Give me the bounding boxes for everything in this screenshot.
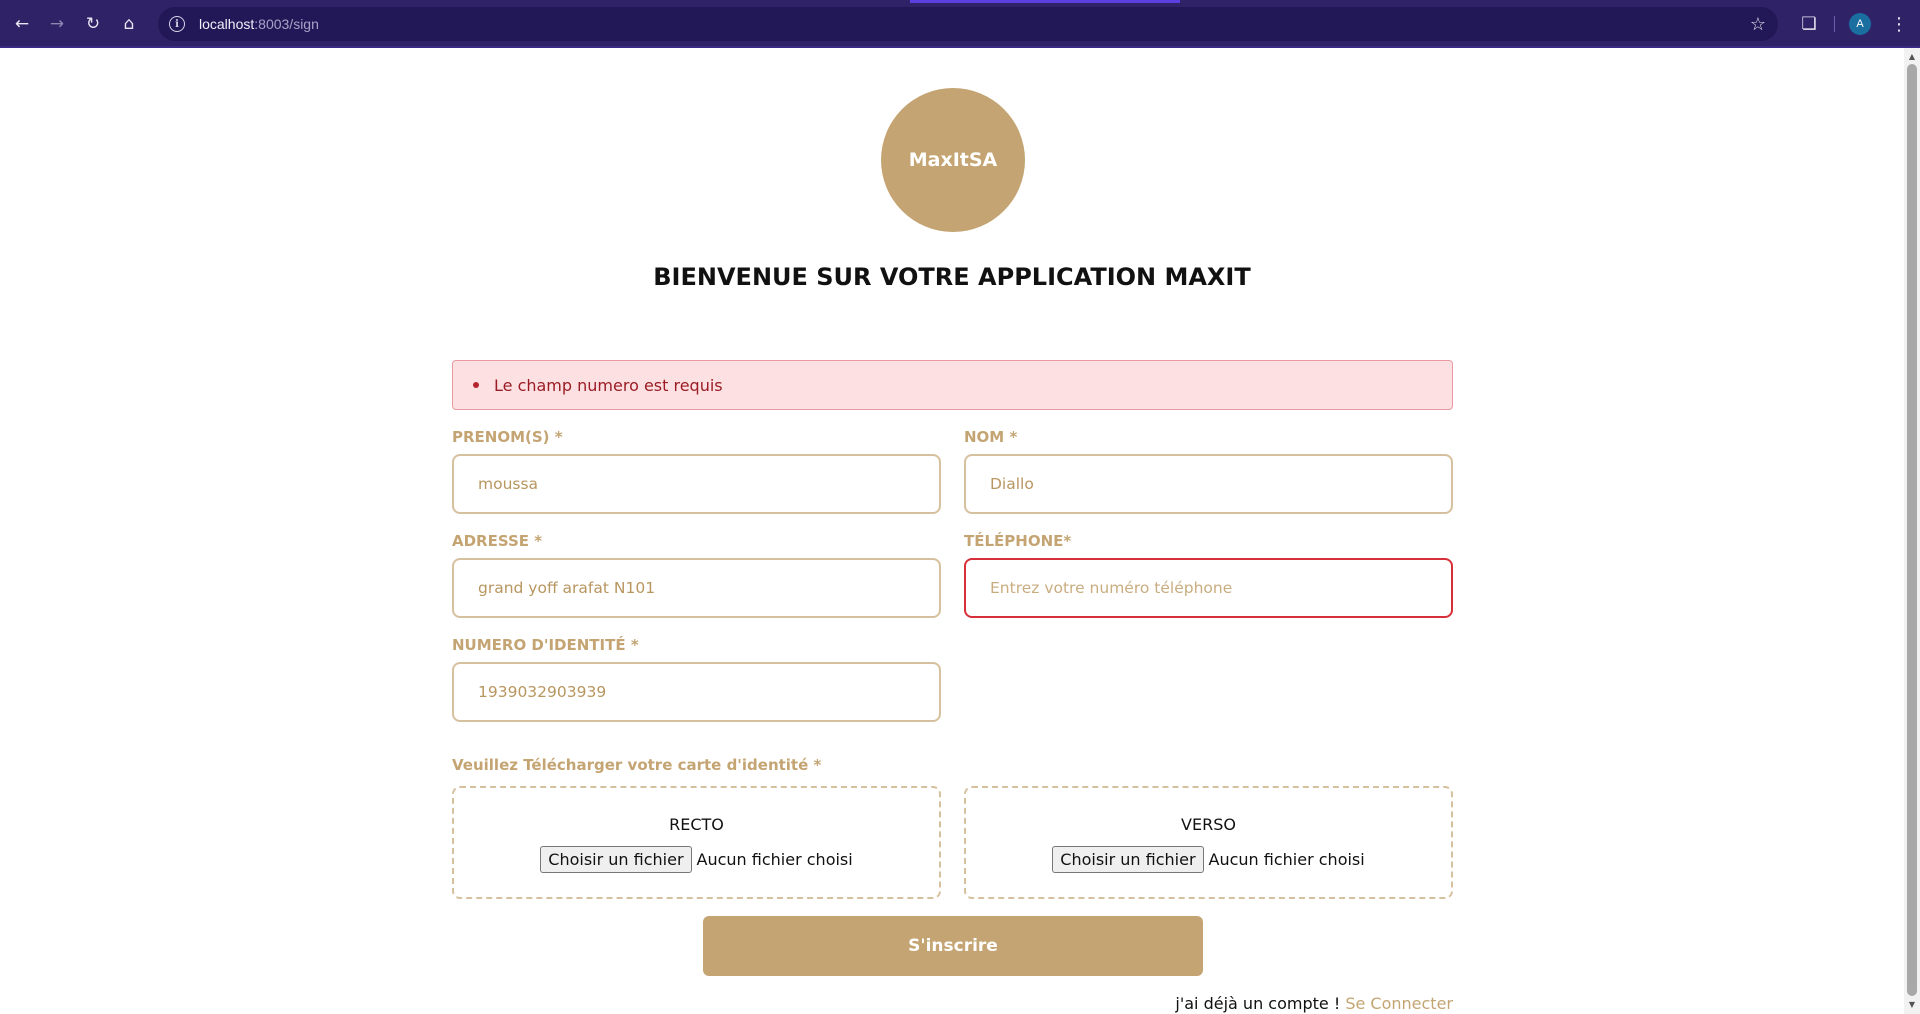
nom-value: Diallo (990, 475, 1034, 493)
recto-file-input: Choisir un fichier Aucun fichier choisi (454, 846, 939, 873)
prenom-value: moussa (478, 475, 539, 493)
page-scrollbar[interactable]: ▲ ▼ (1904, 48, 1920, 1014)
address-bar[interactable]: i localhost:8003/sign ☆ (158, 7, 1778, 41)
login-prompt: j'ai déjà un compte ! Se Connecter (1175, 994, 1453, 1013)
browser-menu-icon[interactable]: ⋮ (1886, 11, 1912, 37)
nom-label: NOM * (964, 428, 1018, 446)
url-path: :8003/sign (254, 16, 319, 32)
reload-icon[interactable]: ↻ (80, 11, 106, 37)
prenom-input[interactable]: moussa (452, 454, 941, 514)
recto-title: RECTO (669, 815, 724, 834)
back-icon[interactable]: ← (9, 11, 35, 37)
alert-bullet-icon (473, 382, 479, 388)
login-link[interactable]: Se Connecter (1345, 994, 1453, 1013)
verso-title: VERSO (1181, 815, 1236, 834)
error-alert: Le champ numero est requis (452, 360, 1453, 410)
active-tab-indicator (910, 0, 1180, 3)
upload-label: Veuillez Télécharger votre carte d'ident… (452, 756, 822, 774)
profile-avatar[interactable]: A (1849, 13, 1871, 35)
app-logo: MaxItSA (881, 88, 1025, 232)
login-prompt-text: j'ai déjà un compte ! (1175, 994, 1346, 1013)
forward-icon[interactable]: → (44, 11, 70, 37)
alert-message: Le champ numero est requis (494, 375, 723, 395)
telephone-input[interactable]: Entrez votre numéro téléphone (964, 558, 1453, 618)
signup-submit-button[interactable]: S'inscrire (703, 916, 1203, 976)
url-text: localhost:8003/sign (199, 16, 319, 32)
recto-upload-box: RECTO Choisir un fichier Aucun fichier c… (452, 786, 941, 899)
bookmark-star-icon[interactable]: ☆ (1750, 14, 1766, 35)
identite-label: NUMERO D'IDENTITÉ * (452, 636, 639, 654)
verso-upload-box: VERSO Choisir un fichier Aucun fichier c… (964, 786, 1453, 899)
recto-file-status: Aucun fichier choisi (696, 850, 853, 869)
page-title: BIENVENUE SUR VOTRE APPLICATION MAXIT (653, 263, 1251, 291)
adresse-label: ADRESSE * (452, 532, 543, 550)
adresse-value: grand yoff arafat N101 (478, 579, 656, 597)
scrollbar-thumb[interactable] (1907, 64, 1917, 996)
scroll-up-arrow-icon[interactable]: ▲ (1907, 52, 1917, 62)
scroll-down-arrow-icon[interactable]: ▼ (1907, 1000, 1917, 1010)
telephone-label: TÉLÉPHONE* (964, 532, 1072, 550)
toolbar-divider (1834, 16, 1835, 32)
extensions-icon[interactable]: ❏ (1796, 11, 1822, 37)
nom-input[interactable]: Diallo (964, 454, 1453, 514)
verso-choose-file-button[interactable]: Choisir un fichier (1052, 846, 1204, 873)
home-icon[interactable]: ⌂ (116, 11, 142, 37)
telephone-placeholder: Entrez votre numéro téléphone (990, 579, 1233, 597)
recto-choose-file-button[interactable]: Choisir un fichier (540, 846, 692, 873)
site-info-icon[interactable]: i (169, 16, 185, 32)
browser-toolbar: ← → ↻ ⌂ i localhost:8003/sign ☆ ❏ A ⋮ (0, 0, 1920, 48)
url-host: localhost (199, 16, 255, 32)
adresse-input[interactable]: grand yoff arafat N101 (452, 558, 941, 618)
identite-value: 1939032903939 (478, 683, 607, 701)
prenom-label: PRENOM(S) * (452, 428, 563, 446)
verso-file-input: Choisir un fichier Aucun fichier choisi (966, 846, 1451, 873)
verso-file-status: Aucun fichier choisi (1208, 850, 1365, 869)
signup-page: MaxItSA BIENVENUE SUR VOTRE APPLICATION … (0, 48, 1904, 1014)
identite-input[interactable]: 1939032903939 (452, 662, 941, 722)
